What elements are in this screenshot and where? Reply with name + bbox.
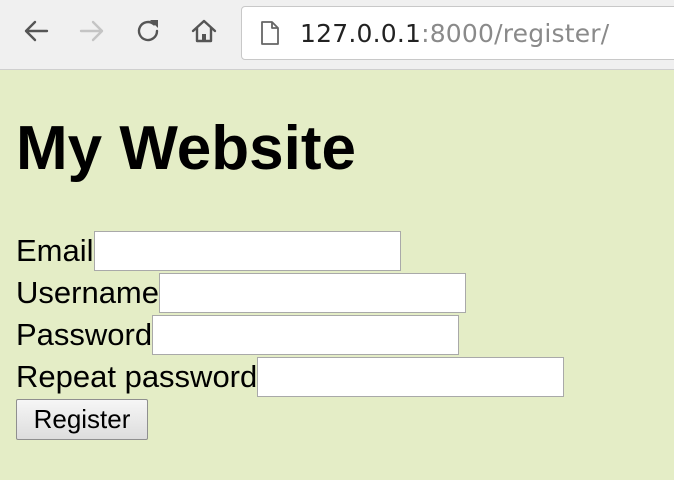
forward-button[interactable] [74, 15, 110, 51]
password-label: Password [16, 317, 153, 352]
password-row: Password [16, 315, 460, 355]
address-bar[interactable]: 127.0.0.1:8000/register/ [241, 6, 674, 60]
url-text: 127.0.0.1:8000/register/ [300, 19, 609, 49]
page-icon [260, 21, 280, 45]
password-field[interactable] [152, 315, 460, 355]
back-button[interactable] [18, 15, 54, 51]
home-button[interactable] [186, 15, 222, 51]
page-title: My Website [16, 114, 356, 183]
register-button[interactable]: Register [16, 399, 148, 440]
url-path: :8000/register/ [421, 19, 610, 48]
browser-toolbar: 127.0.0.1:8000/register/ [0, 0, 674, 70]
username-row: Username [16, 273, 466, 313]
email-label: Email [16, 233, 94, 268]
reload-button[interactable] [130, 15, 166, 51]
username-field[interactable] [159, 273, 466, 313]
email-row: Email [16, 231, 401, 271]
reload-icon [133, 16, 163, 51]
email-field[interactable] [93, 231, 401, 271]
back-arrow-icon [21, 16, 51, 51]
page-content: My Website Email Username Password Repea… [0, 71, 674, 480]
forward-arrow-icon [77, 16, 107, 51]
repeat-password-row: Repeat password [16, 357, 565, 397]
repeat-password-label: Repeat password [16, 359, 258, 394]
repeat-password-field[interactable] [257, 357, 565, 397]
url-host: 127.0.0.1 [300, 19, 422, 48]
username-label: Username [16, 275, 159, 310]
home-icon [189, 16, 219, 51]
